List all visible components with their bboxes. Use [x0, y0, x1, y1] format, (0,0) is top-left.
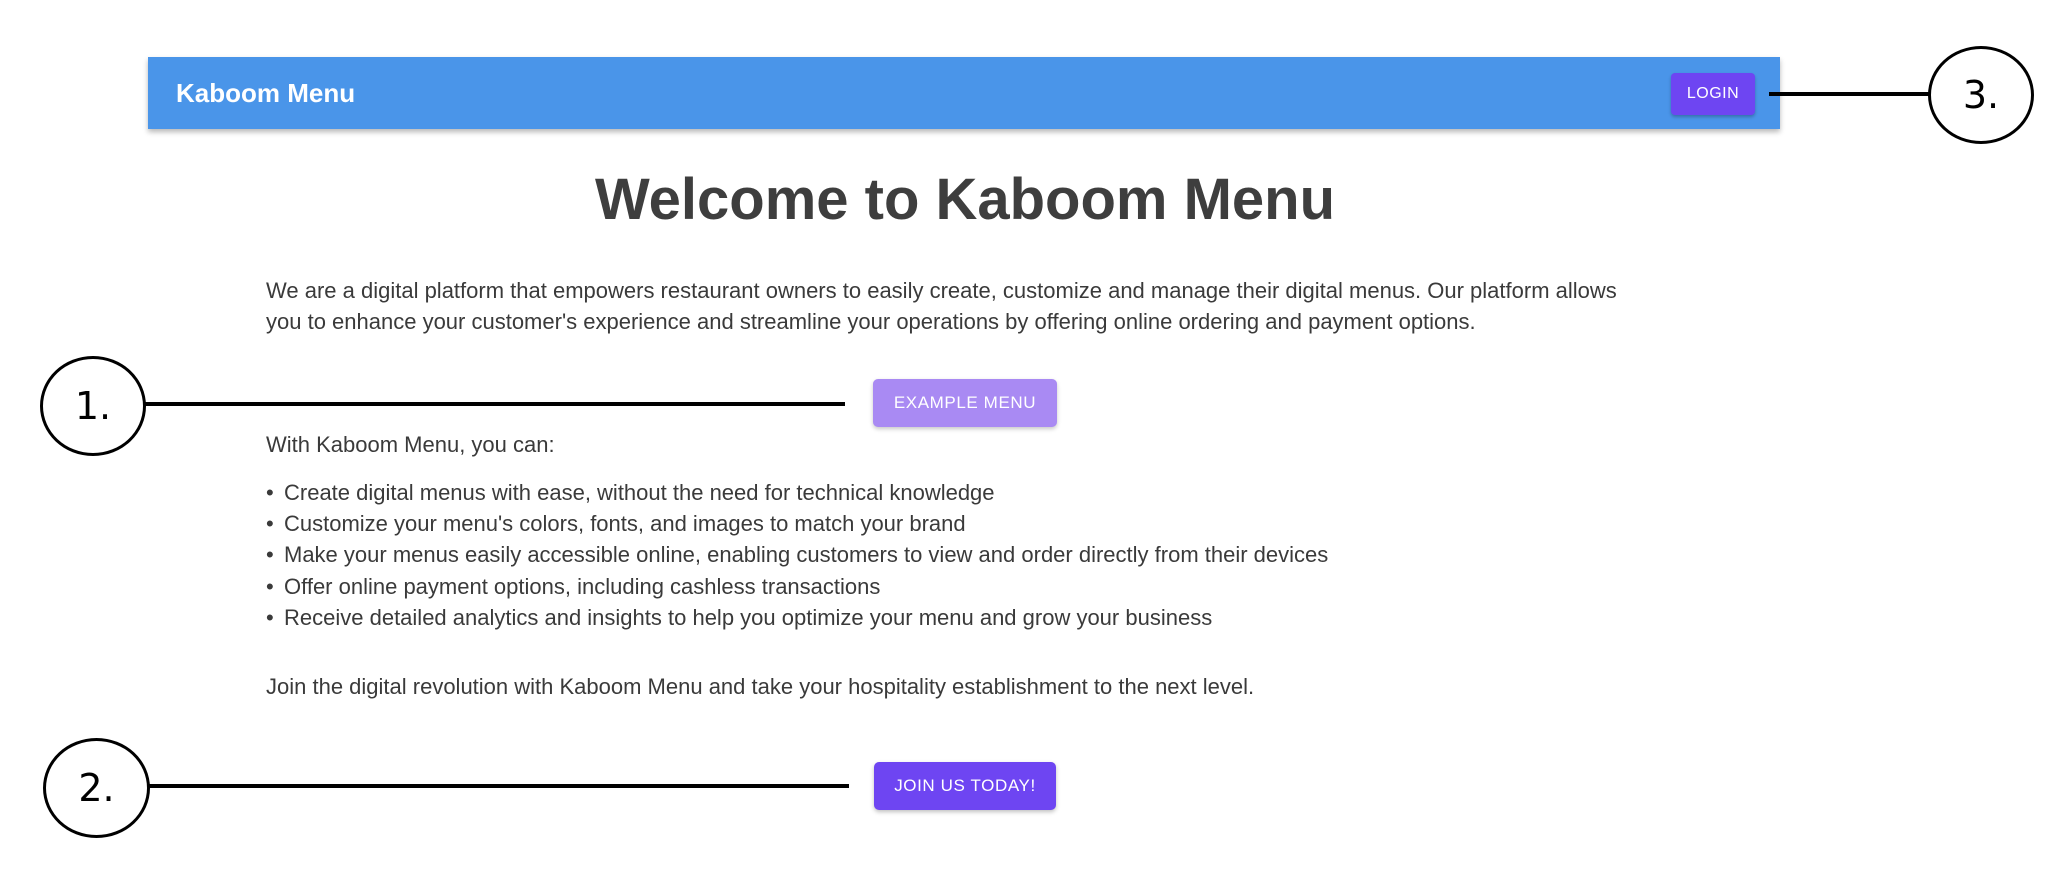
- features-lead: With Kaboom Menu, you can:: [266, 432, 555, 457]
- feature-text: Make your menus easily accessible online…: [284, 542, 1329, 568]
- feature-text: Offer online payment options, including …: [284, 573, 881, 599]
- list-item: • Create digital menus with ease, without…: [266, 477, 1328, 508]
- login-button[interactable]: LOGIN: [1671, 73, 1755, 115]
- bullet-icon: •: [266, 511, 274, 537]
- app-bar: Kaboom Menu LOGIN: [148, 57, 1780, 129]
- list-item: • Make your menus easily accessible onlin…: [266, 539, 1328, 570]
- callout-line-3: [1769, 92, 1931, 96]
- feature-text: Customize your menu's colors, fonts, and…: [284, 511, 966, 537]
- example-menu-button[interactable]: EXAMPLE MENU: [873, 379, 1057, 427]
- page-title: Welcome to Kaboom Menu: [594, 167, 1336, 232]
- bullet-icon: •: [266, 604, 274, 630]
- bullet-icon: •: [266, 542, 274, 568]
- features-list: • Create digital menus with ease, without…: [266, 477, 1328, 633]
- list-item: • Receive detailed analytics and insights…: [266, 602, 1328, 633]
- feature-text: Create digital menus with ease, without …: [284, 480, 995, 505]
- closing-paragraph: Join the digital revolution with Kaboom …: [266, 674, 1255, 699]
- feature-text: Receive detailed analytics and insights …: [284, 604, 1213, 630]
- bullet-icon: •: [266, 573, 274, 599]
- callout-3: 3.: [1928, 46, 2034, 144]
- list-item: • Offer online payment options, including…: [266, 571, 1328, 602]
- join-us-button[interactable]: JOIN US TODAY!: [874, 762, 1056, 810]
- list-item: • Customize your menu's colors, fonts, an…: [266, 508, 1328, 539]
- callout-line-1: [143, 402, 845, 406]
- intro-paragraph: We are a digital platform that empowers …: [266, 278, 1617, 334]
- brand-title[interactable]: Kaboom Menu: [176, 57, 355, 129]
- callout-line-2: [147, 784, 849, 788]
- bullet-icon: •: [266, 480, 274, 505]
- callout-1: 1.: [40, 356, 146, 456]
- callout-2: 2.: [43, 738, 150, 838]
